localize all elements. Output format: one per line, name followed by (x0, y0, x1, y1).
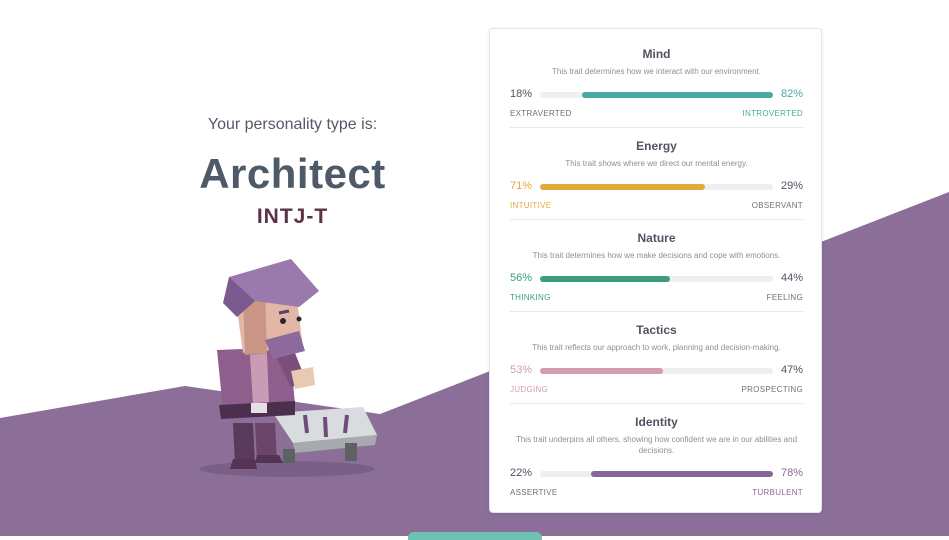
trait-mind-bar (540, 92, 773, 98)
trait-energy-right-percent: 29% (780, 180, 803, 192)
trait-mind-left-label: EXTRAVERTED (510, 109, 572, 118)
trait-nature-left-label: THINKING (510, 293, 551, 302)
trait-tactics-title: Tactics (636, 323, 677, 337)
trait-tactics-description: This trait reflects our approach to work… (532, 343, 781, 352)
trait-energy-title: Energy (636, 139, 677, 153)
trait-nature-bar (540, 276, 773, 282)
trait-mind-title: Mind (642, 47, 671, 61)
trait-energy-bar-fill (540, 184, 706, 190)
trait-tactics-left-percent: 53% (510, 364, 533, 376)
trait-nature-left-percent: 56% (510, 272, 533, 284)
trait-nature-description: This trait determines how we make decisi… (532, 251, 781, 260)
trait-identity-left-label: ASSERTIVE (510, 488, 558, 497)
personality-type-code: INTJ-T (256, 205, 329, 228)
trait-mind-left-percent: 18% (510, 88, 533, 100)
trait-mind-right-percent: 82% (780, 88, 803, 100)
trait-energy-left-label: INTUITIVE (510, 201, 552, 210)
architect-illustration (199, 259, 377, 477)
trait-divider (510, 127, 803, 128)
trait-identity-description: This trait underpins all others, showing… (515, 435, 798, 455)
trait-energy-left-percent: 71% (510, 180, 533, 192)
trait-mind-description: This trait determines how we interact wi… (552, 67, 761, 76)
trait-identity-right-percent: 78% (780, 467, 803, 479)
trait-card: Mind This trait determines how we intera… (489, 28, 822, 513)
trait-energy-right-label: OBSERVANT (751, 201, 803, 210)
trait-mind-right-label: INTROVERTED (742, 109, 803, 118)
trait-identity-bar-fill (591, 471, 773, 477)
personality-type-name: Architect (199, 150, 386, 197)
trait-tactics-left-label: JUDGING (510, 385, 549, 394)
personality-intro: Your personality type is: (207, 116, 378, 133)
trait-identity-right-label: TURBULENT (752, 488, 803, 497)
trait-divider (510, 219, 803, 220)
trait-identity-bar (540, 471, 773, 477)
continue-button[interactable] (408, 532, 542, 540)
trait-energy-description: This trait shows where we direct our men… (565, 159, 748, 168)
trait-divider (510, 403, 803, 404)
trait-tactics-bar-fill (540, 368, 664, 374)
trait-mind-bar-fill (581, 92, 773, 98)
trait-nature-right-percent: 44% (780, 272, 803, 284)
trait-nature-bar-fill (540, 276, 671, 282)
trait-energy-bar (540, 184, 773, 190)
trait-tactics-right-percent: 47% (780, 364, 803, 376)
trait-identity-title: Identity (635, 415, 678, 429)
trait-identity-left-percent: 22% (510, 467, 533, 479)
trait-divider (510, 311, 803, 312)
trait-tactics-right-label: PROSPECTING (741, 385, 803, 394)
trait-nature-title: Nature (637, 231, 676, 245)
trait-nature-right-label: FEELING (766, 293, 803, 302)
trait-tactics-bar (540, 368, 773, 374)
